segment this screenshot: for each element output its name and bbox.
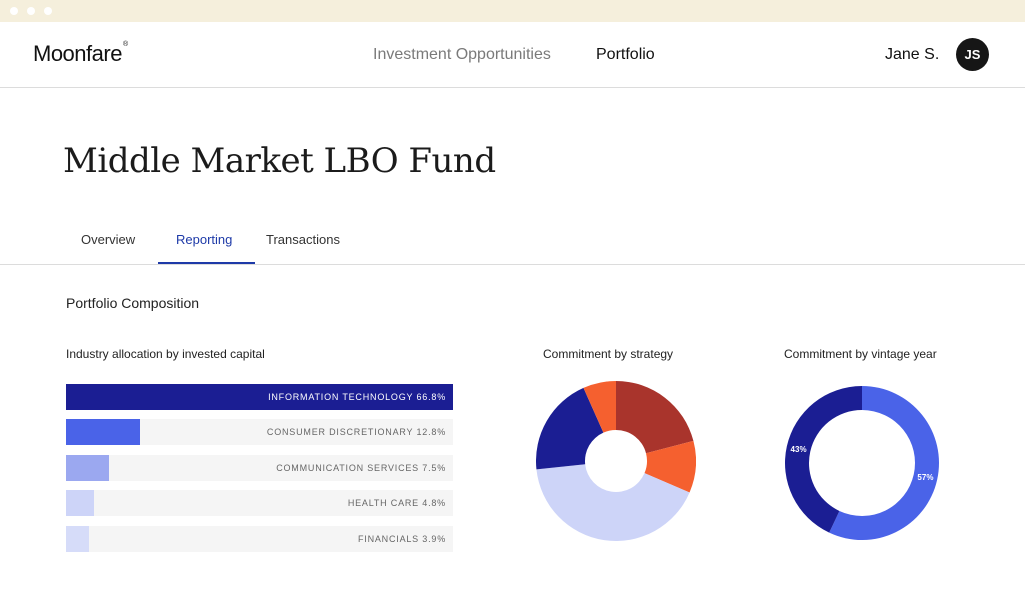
industry-bar-row[interactable]: INFORMATION TECHNOLOGY 66.8%: [66, 384, 453, 410]
industry-bar: [66, 526, 89, 552]
vintage-donut-chart[interactable]: 57% 43%: [785, 386, 939, 540]
tab-transactions[interactable]: Transactions: [266, 232, 340, 247]
strategy-chart-title: Commitment by strategy: [543, 347, 673, 361]
industry-bar-label: HEALTH CARE 4.8%: [348, 498, 446, 508]
tab-overview[interactable]: Overview: [81, 232, 135, 247]
donut-strategy-slice[interactable]: [616, 381, 693, 453]
moonfare-logo[interactable]: Moonfare®: [33, 41, 128, 67]
industry-bar: [66, 455, 109, 481]
industry-chart-title: Industry allocation by invested capital: [66, 347, 265, 361]
industry-bar-label: FINANCIALS 3.9%: [358, 534, 446, 544]
window-dot-icon[interactable]: [10, 7, 18, 15]
user-name[interactable]: Jane S.: [885, 46, 939, 64]
logo-text: Moonfare: [33, 41, 122, 66]
strategy-donut-chart[interactable]: [536, 381, 696, 541]
industry-bar-label: COMMUNICATION SERVICES 7.5%: [276, 463, 446, 473]
page-title: Middle Market LBO Fund: [63, 141, 496, 181]
industry-bar-row[interactable]: FINANCIALS 3.9%: [66, 526, 453, 552]
top-navbar: Moonfare® Investment Opportunities Portf…: [0, 22, 1025, 88]
donut-vintage-slice-label: 43%: [791, 445, 807, 454]
industry-bar-label: CONSUMER DISCRETIONARY 12.8%: [267, 427, 446, 437]
active-tab-indicator: [158, 262, 255, 264]
donut-vintage-slice-label: 57%: [917, 473, 933, 482]
logo-registered-mark: ®: [123, 41, 128, 48]
avatar[interactable]: JS: [956, 38, 989, 71]
section-title: Portfolio Composition: [66, 295, 199, 311]
window-title-bar: [0, 0, 1025, 22]
nav-portfolio[interactable]: Portfolio: [596, 46, 655, 64]
industry-bar-row[interactable]: HEALTH CARE 4.8%: [66, 490, 453, 516]
industry-bar: [66, 490, 94, 516]
industry-bar: [66, 419, 140, 445]
tab-reporting[interactable]: Reporting: [176, 232, 232, 247]
industry-bar-label: INFORMATION TECHNOLOGY 66.8%: [268, 392, 446, 402]
window-dot-icon[interactable]: [27, 7, 35, 15]
donut-vintage-slice[interactable]: [785, 386, 862, 533]
industry-bar-row[interactable]: COMMUNICATION SERVICES 7.5%: [66, 455, 453, 481]
window-dot-icon[interactable]: [44, 7, 52, 15]
vintage-chart-title: Commitment by vintage year: [784, 347, 937, 361]
nav-investment-opportunities[interactable]: Investment Opportunities: [373, 46, 551, 64]
fund-tabs: Overview Reporting Transactions: [0, 218, 1025, 265]
industry-bar-row[interactable]: CONSUMER DISCRETIONARY 12.8%: [66, 419, 453, 445]
